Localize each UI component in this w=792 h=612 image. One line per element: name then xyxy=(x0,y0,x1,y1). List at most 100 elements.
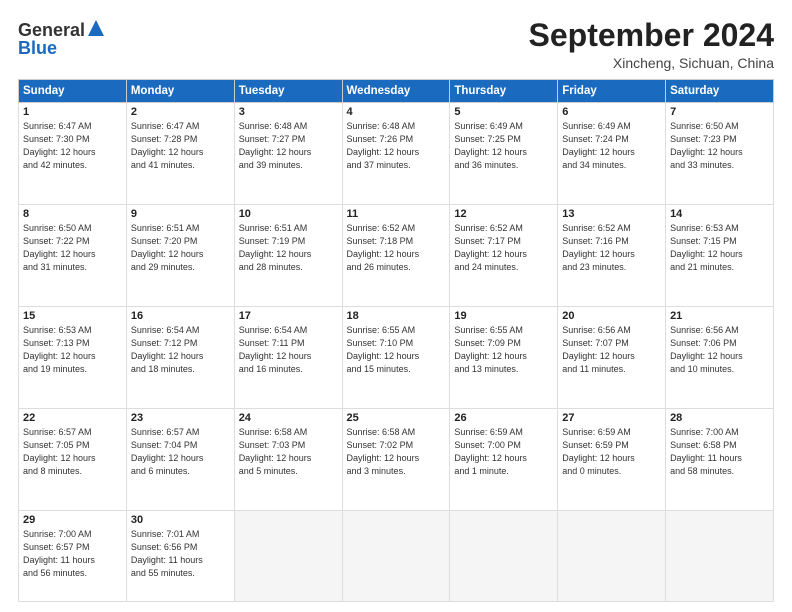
day-info: Sunrise: 6:54 AMSunset: 7:11 PMDaylight:… xyxy=(239,324,338,376)
day-number: 28 xyxy=(670,412,769,424)
month-title: September 2024 xyxy=(529,18,774,53)
day-info: Sunrise: 6:58 AMSunset: 7:03 PMDaylight:… xyxy=(239,426,338,478)
day-number: 7 xyxy=(670,106,769,118)
table-row: 26 Sunrise: 6:59 AMSunset: 7:00 PMDaylig… xyxy=(450,409,558,511)
table-row: 20 Sunrise: 6:56 AMSunset: 7:07 PMDaylig… xyxy=(558,307,666,409)
day-info: Sunrise: 6:59 AMSunset: 6:59 PMDaylight:… xyxy=(562,426,661,478)
day-info: Sunrise: 6:56 AMSunset: 7:06 PMDaylight:… xyxy=(670,324,769,376)
table-row: 24 Sunrise: 6:58 AMSunset: 7:03 PMDaylig… xyxy=(234,409,342,511)
day-info: Sunrise: 6:58 AMSunset: 7:02 PMDaylight:… xyxy=(347,426,446,478)
day-info: Sunrise: 6:49 AMSunset: 7:25 PMDaylight:… xyxy=(454,120,553,172)
day-number: 11 xyxy=(347,208,446,220)
location-title: Xincheng, Sichuan, China xyxy=(529,55,774,71)
col-sunday: Sunday xyxy=(19,80,127,103)
day-number: 16 xyxy=(131,310,230,322)
day-number: 27 xyxy=(562,412,661,424)
col-tuesday: Tuesday xyxy=(234,80,342,103)
logo: General Blue xyxy=(18,18,107,59)
table-row: 29 Sunrise: 7:00 AMSunset: 6:57 PMDaylig… xyxy=(19,511,127,602)
day-number: 20 xyxy=(562,310,661,322)
day-number: 18 xyxy=(347,310,446,322)
table-row: 10 Sunrise: 6:51 AMSunset: 7:19 PMDaylig… xyxy=(234,205,342,307)
day-info: Sunrise: 6:47 AMSunset: 7:30 PMDaylight:… xyxy=(23,120,122,172)
page: General Blue September 2024 Xincheng, Si… xyxy=(0,0,792,612)
day-number: 24 xyxy=(239,412,338,424)
day-info: Sunrise: 6:59 AMSunset: 7:00 PMDaylight:… xyxy=(454,426,553,478)
day-number: 26 xyxy=(454,412,553,424)
calendar-table: Sunday Monday Tuesday Wednesday Thursday… xyxy=(18,79,774,602)
day-info: Sunrise: 7:00 AMSunset: 6:57 PMDaylight:… xyxy=(23,528,122,580)
table-row xyxy=(666,511,774,602)
col-thursday: Thursday xyxy=(450,80,558,103)
day-info: Sunrise: 6:55 AMSunset: 7:09 PMDaylight:… xyxy=(454,324,553,376)
table-row: 13 Sunrise: 6:52 AMSunset: 7:16 PMDaylig… xyxy=(558,205,666,307)
table-row: 7 Sunrise: 6:50 AMSunset: 7:23 PMDayligh… xyxy=(666,103,774,205)
day-info: Sunrise: 6:54 AMSunset: 7:12 PMDaylight:… xyxy=(131,324,230,376)
table-row: 4 Sunrise: 6:48 AMSunset: 7:26 PMDayligh… xyxy=(342,103,450,205)
table-row: 14 Sunrise: 6:53 AMSunset: 7:15 PMDaylig… xyxy=(666,205,774,307)
col-saturday: Saturday xyxy=(666,80,774,103)
table-row: 8 Sunrise: 6:50 AMSunset: 7:22 PMDayligh… xyxy=(19,205,127,307)
table-row: 25 Sunrise: 6:58 AMSunset: 7:02 PMDaylig… xyxy=(342,409,450,511)
title-block: September 2024 Xincheng, Sichuan, China xyxy=(529,18,774,71)
table-row xyxy=(450,511,558,602)
day-info: Sunrise: 6:53 AMSunset: 7:15 PMDaylight:… xyxy=(670,222,769,274)
table-row: 27 Sunrise: 6:59 AMSunset: 6:59 PMDaylig… xyxy=(558,409,666,511)
table-row xyxy=(234,511,342,602)
table-row xyxy=(558,511,666,602)
table-row: 18 Sunrise: 6:55 AMSunset: 7:10 PMDaylig… xyxy=(342,307,450,409)
day-number: 25 xyxy=(347,412,446,424)
day-number: 17 xyxy=(239,310,338,322)
table-row: 15 Sunrise: 6:53 AMSunset: 7:13 PMDaylig… xyxy=(19,307,127,409)
table-row xyxy=(342,511,450,602)
table-row: 2 Sunrise: 6:47 AMSunset: 7:28 PMDayligh… xyxy=(126,103,234,205)
day-number: 2 xyxy=(131,106,230,118)
day-number: 21 xyxy=(670,310,769,322)
table-row: 3 Sunrise: 6:48 AMSunset: 7:27 PMDayligh… xyxy=(234,103,342,205)
day-number: 10 xyxy=(239,208,338,220)
table-row: 17 Sunrise: 6:54 AMSunset: 7:11 PMDaylig… xyxy=(234,307,342,409)
day-info: Sunrise: 6:56 AMSunset: 7:07 PMDaylight:… xyxy=(562,324,661,376)
col-monday: Monday xyxy=(126,80,234,103)
day-info: Sunrise: 6:48 AMSunset: 7:27 PMDaylight:… xyxy=(239,120,338,172)
day-info: Sunrise: 6:48 AMSunset: 7:26 PMDaylight:… xyxy=(347,120,446,172)
day-info: Sunrise: 6:49 AMSunset: 7:24 PMDaylight:… xyxy=(562,120,661,172)
day-info: Sunrise: 6:52 AMSunset: 7:16 PMDaylight:… xyxy=(562,222,661,274)
day-number: 3 xyxy=(239,106,338,118)
day-number: 4 xyxy=(347,106,446,118)
day-number: 19 xyxy=(454,310,553,322)
day-number: 8 xyxy=(23,208,122,220)
day-number: 1 xyxy=(23,106,122,118)
day-number: 14 xyxy=(670,208,769,220)
day-info: Sunrise: 6:53 AMSunset: 7:13 PMDaylight:… xyxy=(23,324,122,376)
header: General Blue September 2024 Xincheng, Si… xyxy=(18,18,774,71)
table-row: 28 Sunrise: 7:00 AMSunset: 6:58 PMDaylig… xyxy=(666,409,774,511)
table-row: 23 Sunrise: 6:57 AMSunset: 7:04 PMDaylig… xyxy=(126,409,234,511)
table-row: 22 Sunrise: 6:57 AMSunset: 7:05 PMDaylig… xyxy=(19,409,127,511)
day-info: Sunrise: 6:55 AMSunset: 7:10 PMDaylight:… xyxy=(347,324,446,376)
day-info: Sunrise: 6:51 AMSunset: 7:20 PMDaylight:… xyxy=(131,222,230,274)
table-row: 30 Sunrise: 7:01 AMSunset: 6:56 PMDaylig… xyxy=(126,511,234,602)
calendar-header-row: Sunday Monday Tuesday Wednesday Thursday… xyxy=(19,80,774,103)
table-row: 5 Sunrise: 6:49 AMSunset: 7:25 PMDayligh… xyxy=(450,103,558,205)
table-row: 1 Sunrise: 6:47 AMSunset: 7:30 PMDayligh… xyxy=(19,103,127,205)
day-info: Sunrise: 6:47 AMSunset: 7:28 PMDaylight:… xyxy=(131,120,230,172)
day-info: Sunrise: 7:00 AMSunset: 6:58 PMDaylight:… xyxy=(670,426,769,478)
day-info: Sunrise: 7:01 AMSunset: 6:56 PMDaylight:… xyxy=(131,528,230,580)
day-number: 12 xyxy=(454,208,553,220)
day-number: 13 xyxy=(562,208,661,220)
day-number: 6 xyxy=(562,106,661,118)
logo-blue-text: Blue xyxy=(18,38,57,59)
day-number: 30 xyxy=(131,514,230,526)
logo-icon xyxy=(86,18,106,42)
table-row: 9 Sunrise: 6:51 AMSunset: 7:20 PMDayligh… xyxy=(126,205,234,307)
day-info: Sunrise: 6:50 AMSunset: 7:22 PMDaylight:… xyxy=(23,222,122,274)
day-info: Sunrise: 6:51 AMSunset: 7:19 PMDaylight:… xyxy=(239,222,338,274)
day-number: 29 xyxy=(23,514,122,526)
day-number: 15 xyxy=(23,310,122,322)
day-info: Sunrise: 6:50 AMSunset: 7:23 PMDaylight:… xyxy=(670,120,769,172)
day-info: Sunrise: 6:57 AMSunset: 7:05 PMDaylight:… xyxy=(23,426,122,478)
day-number: 22 xyxy=(23,412,122,424)
table-row: 12 Sunrise: 6:52 AMSunset: 7:17 PMDaylig… xyxy=(450,205,558,307)
table-row: 6 Sunrise: 6:49 AMSunset: 7:24 PMDayligh… xyxy=(558,103,666,205)
